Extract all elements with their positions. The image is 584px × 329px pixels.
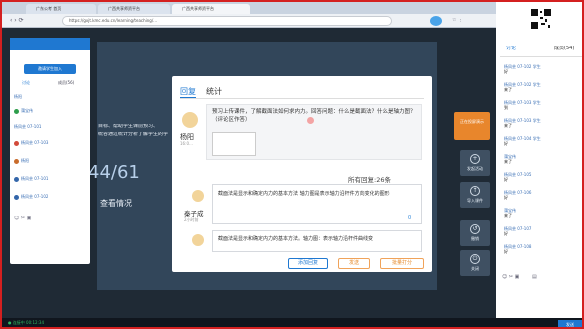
avatar-dot-icon bbox=[14, 176, 19, 182]
tab-statistics[interactable]: 统计 bbox=[206, 86, 222, 97]
browser-tab-3[interactable]: 广西共享师资平台 bbox=[172, 4, 250, 14]
slide-line-1: 目标、帮助学生课前预习、 bbox=[98, 124, 159, 129]
discussion-popup: 回复 统计 杨阳 16:0… 预习上传课件，了解截面法如何求内力。回答问题：什么… bbox=[172, 76, 432, 272]
slide-page-number: 44/61 bbox=[88, 162, 140, 183]
view-status-text: 查看情况 bbox=[100, 199, 132, 208]
batch-score-button[interactable]: 批量打分 bbox=[380, 258, 424, 269]
answer-avatar bbox=[192, 190, 204, 202]
chat-message: 杨凤芸 07-103 学生到 bbox=[504, 100, 541, 110]
qr-code bbox=[530, 8, 552, 30]
tab-reply[interactable]: 回复 bbox=[180, 86, 196, 98]
question-attachment-thumbnail[interactable] bbox=[212, 132, 256, 156]
screen: 广东公考 首页 广西共享师资平台 广西共享师资平台 ‹ › ⟳ https://… bbox=[0, 0, 584, 329]
slide-line-2: 统容通过统计分析了解学生的学 bbox=[98, 132, 169, 137]
left-panel-toolbar-icons[interactable]: ☺ ✂ ▣ bbox=[14, 216, 31, 221]
right-tab-members[interactable]: 成员(54) bbox=[554, 46, 574, 51]
avatar-dot-icon bbox=[14, 194, 19, 200]
screen-cast-button[interactable]: 正在投屏演示 bbox=[454, 112, 490, 140]
right-panel-divider bbox=[500, 56, 582, 57]
chat-message: 杨凤芸 07-107 好 bbox=[504, 226, 532, 236]
question-text: 预习上传课件，了解截面法如何求内力。回答问题：什么是截面法？什么是轴力图？（评论… bbox=[212, 109, 416, 123]
popup-divider bbox=[180, 98, 424, 99]
avatar-dot-icon bbox=[14, 140, 19, 146]
chat-message: 蒲宝伟 来了 bbox=[504, 154, 516, 164]
chat-message: 杨凤芸 07-108 好 bbox=[504, 244, 532, 254]
right-tab-discussion[interactable]: 讨论 bbox=[506, 46, 516, 51]
left-list-item: 杨阳 bbox=[14, 94, 22, 99]
left-list-item: 杨凤芸 07-103 bbox=[14, 140, 86, 152]
plus-icon: + bbox=[470, 154, 480, 164]
browser-tab-1[interactable]: 广东公考 首页 bbox=[26, 4, 96, 14]
chat-message: 杨凤芸 07-103 学生 来了 bbox=[504, 118, 541, 128]
browser-tab-bar: 广东公考 首页 广西共享师资平台 广西共享师资平台 bbox=[2, 2, 496, 14]
left-list-item: 杨凤芸 07-101 bbox=[14, 124, 42, 129]
popup-footer: 添加回复 发送 批量打分 bbox=[172, 254, 432, 272]
address-bar: ‹ › ⟳ https://gxjt.kmc.edu.cn/learning/t… bbox=[2, 14, 496, 28]
reply-count: 所有回复:26条 bbox=[348, 176, 391, 184]
left-panel-header bbox=[10, 38, 90, 50]
chat-send-button[interactable]: 发送 bbox=[558, 320, 582, 327]
chat-message: 杨凤芸 07-105 好 bbox=[504, 172, 532, 182]
answer-avatar bbox=[192, 234, 204, 246]
chat-message: 杨凤芸 07-102 学生好 bbox=[504, 64, 541, 74]
question-time: 16:0… bbox=[180, 141, 193, 146]
add-reply-button[interactable]: 添加回复 bbox=[288, 258, 328, 269]
undo-button[interactable]: ↺ 撤销 bbox=[460, 220, 490, 246]
browser-tab-2[interactable]: 广西共享师资平台 bbox=[98, 4, 170, 14]
question-avatar bbox=[182, 112, 198, 128]
chat-message: 杨凤芸 07-102 学生 来了 bbox=[504, 82, 541, 92]
mouse-cursor-icon bbox=[307, 117, 314, 124]
answer-text: 截面法是显示和确定内力的基本方法 轴力图是表示轴力沿杆件方向变化的图形 bbox=[218, 191, 390, 197]
send-button[interactable]: 发送 bbox=[338, 258, 370, 269]
bottom-status-bar bbox=[2, 318, 582, 327]
avatar-dot-icon bbox=[14, 158, 19, 164]
left-tab-discussion[interactable]: 讨论 bbox=[22, 80, 30, 86]
online-dot-icon bbox=[14, 108, 19, 114]
chat-message: 杨凤芸 07-106 好 bbox=[504, 190, 532, 200]
upload-icon: ↑ bbox=[470, 186, 480, 196]
left-list-item: 蒲宝伟 bbox=[14, 108, 86, 120]
left-list-item: 杨凤芸 07-102 bbox=[14, 194, 86, 206]
right-panel-toolbar-icons[interactable]: ☺ ✂ ▣ ▤ bbox=[502, 274, 582, 284]
answer-text: 截面法是显示和确定内力的基本方法。轴力图：表示轴力沿杆件曲线变 bbox=[218, 236, 374, 242]
undo-icon: ↺ bbox=[470, 224, 480, 234]
close-icon: ⏻ bbox=[470, 254, 480, 264]
left-discussion-panel: 邀请学生加入 讨论 成员(56) 杨阳 蒲宝伟 杨凤芸 07-101 杨凤芸 0… bbox=[10, 38, 90, 264]
left-list-item: 杨凤芸 07-101 bbox=[14, 176, 86, 188]
connection-status: ● 连接中 00:12:34 bbox=[8, 320, 44, 325]
answer-time: 2小时前 bbox=[184, 217, 199, 222]
invite-students-button[interactable]: 邀请学生加入 bbox=[24, 64, 76, 74]
start-activity-button[interactable]: + 发起活动 bbox=[460, 150, 490, 176]
left-list-item: 杨阳 bbox=[14, 158, 86, 170]
close-button[interactable]: ⏻ 关闭 bbox=[460, 250, 490, 276]
import-courseware-button[interactable]: ↑ 导入课件 bbox=[460, 182, 490, 208]
url-field[interactable]: https://gxjt.kmc.edu.cn/learning/teachin… bbox=[62, 16, 392, 26]
browser-extension-icon[interactable] bbox=[430, 16, 442, 26]
left-tab-members[interactable]: 成员(56) bbox=[58, 80, 74, 86]
nav-arrows-icon[interactable]: ‹ › ⟳ bbox=[10, 18, 24, 23]
chat-message: 蒲宝伟 来了 bbox=[504, 208, 516, 218]
browser-menu-icon[interactable]: ☆ ⋮ bbox=[452, 18, 463, 23]
chat-message: 杨凤芸 07-104 学生好 bbox=[504, 136, 541, 146]
answer-like-count[interactable]: 0 bbox=[408, 215, 411, 221]
